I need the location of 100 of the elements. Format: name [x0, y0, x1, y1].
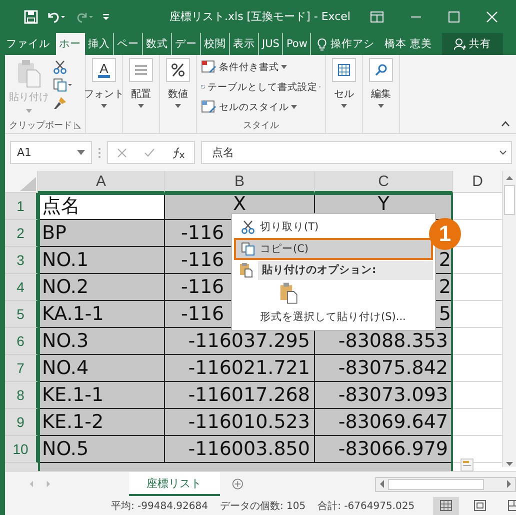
style-menu-button[interactable]: テーブルとして書式設定: [201, 78, 321, 96]
caret-icon: [138, 104, 144, 108]
caret-icon: [291, 105, 297, 109]
row-header[interactable]: 4: [5, 274, 38, 301]
table-cell: NO.3: [38, 328, 165, 355]
add-sheet-icon[interactable]: [232, 477, 244, 491]
table-cell: -116037.295: [165, 328, 315, 355]
caret-icon: [101, 104, 107, 108]
ribbon-group-button[interactable]: 配置: [123, 55, 160, 133]
row-header[interactable]: 3: [5, 247, 38, 274]
sheet-tab[interactable]: 座標リスト: [128, 472, 220, 496]
check-icon[interactable]: [144, 148, 154, 158]
vertical-scrollbar[interactable]: [502, 171, 516, 467]
row-header[interactable]: 7: [5, 355, 38, 382]
paste-option-icon[interactable]: [278, 282, 300, 304]
table-cell: NO.2: [38, 274, 165, 301]
column-header[interactable]: A: [38, 171, 165, 193]
menu-item[interactable]: コピー(C): [234, 238, 433, 260]
copy-icon: [241, 242, 255, 256]
expand-icon[interactable]: [499, 150, 507, 155]
lightbulb-icon[interactable]: [317, 38, 328, 50]
ribbon-group-button[interactable]: セル: [326, 55, 363, 133]
maximize-icon[interactable]: [448, 10, 460, 22]
ribbon-group-button[interactable]: 編集: [363, 55, 400, 133]
ribbon-group-button[interactable]: A フォント: [86, 55, 123, 133]
ribbon-display-icon[interactable]: [370, 10, 384, 22]
row-header[interactable]: 9: [5, 409, 38, 436]
style-menu-button[interactable]: セルのスタイル: [201, 98, 321, 116]
collapse-ribbon-icon[interactable]: [501, 121, 510, 127]
table-cell: -116003.850: [165, 436, 315, 463]
grid-icon: [440, 500, 452, 511]
grip-icon[interactable]: [98, 146, 101, 158]
save-icon[interactable]: [24, 10, 38, 24]
column-header[interactable]: D: [453, 171, 502, 193]
row-header[interactable]: 8: [5, 382, 38, 409]
style-menu-button[interactable]: 条件付き書式: [201, 58, 321, 76]
person-icon: [454, 38, 466, 50]
scroll-down-icon[interactable]: [505, 461, 514, 467]
name-box[interactable]: A1: [10, 141, 92, 164]
table-cell: -83073.093: [315, 382, 453, 409]
align-icon: [134, 64, 148, 76]
scroll-up-icon[interactable]: [505, 175, 514, 181]
page-icon: [474, 500, 486, 511]
share-button[interactable]: 共有: [442, 33, 503, 55]
table-cell: KE.1-2: [38, 409, 165, 436]
scroll-thumb[interactable]: [504, 185, 516, 215]
page-break-icon: [508, 500, 516, 511]
scissors-icon[interactable]: [53, 60, 67, 74]
copy-icon[interactable]: [53, 78, 73, 92]
clipboard-icon: [239, 262, 253, 278]
horizontal-scrollbar[interactable]: [375, 476, 516, 492]
window-title: 座標リスト.xls [互換モード] - Excel: [168, 9, 352, 24]
user-name[interactable]: 橋本 恵美: [384, 33, 432, 55]
table-cell: -116017.268: [165, 382, 315, 409]
format-icon: [201, 100, 217, 114]
column-header[interactable]: B: [165, 171, 315, 193]
table-cell: NO.1: [38, 247, 165, 274]
format-painter-icon[interactable]: [53, 96, 67, 110]
ribbon-tab[interactable]: ホー: [56, 33, 85, 55]
caret-icon: [281, 65, 287, 69]
caret-icon: [26, 109, 32, 113]
dialog-launcher-icon[interactable]: [74, 122, 81, 128]
scissors-icon: [241, 220, 255, 234]
table-cell: NO.5: [38, 436, 165, 463]
table-cell: -83066.979: [315, 436, 453, 463]
search-icon: [375, 64, 387, 76]
close-icon[interactable]: [486, 10, 498, 22]
status-stat: データの個数: 105: [220, 500, 306, 512]
clipboard-icon: [16, 58, 42, 88]
caret-icon: [378, 104, 384, 108]
scroll-right-icon[interactable]: [506, 480, 512, 488]
group-label: クリップボード: [9, 119, 72, 132]
row-header[interactable]: 6: [5, 328, 38, 355]
insert-function-icon[interactable]: [172, 146, 186, 158]
column-header[interactable]: C: [315, 171, 453, 193]
group-label: スタイル: [243, 120, 279, 132]
table-cell: KA.1-1: [38, 301, 165, 328]
table-cell: -83069.647: [315, 409, 453, 436]
percent-icon: [171, 63, 185, 77]
scroll-thumb[interactable]: [388, 478, 484, 490]
table-cell: -116021.721: [165, 355, 315, 382]
cells-icon: [338, 64, 350, 76]
ribbon-tab[interactable]: ファイル: [4, 33, 56, 55]
table-cell: KE.1-1: [38, 382, 165, 409]
ribbon-group-button[interactable]: 数値: [160, 55, 197, 133]
formula-field[interactable]: 点名: [201, 141, 512, 164]
row-header[interactable]: 10: [5, 436, 38, 463]
table-cell: NO.4: [38, 355, 165, 382]
menu-section-header: 貼り付けのオプション:: [258, 260, 433, 280]
row-header[interactable]: 5: [5, 301, 38, 328]
table-cell: BP: [38, 220, 165, 247]
row-header[interactable]: 1: [5, 193, 38, 220]
table-cell: -116010.523: [165, 409, 315, 436]
customize-icon[interactable]: [102, 12, 110, 22]
scroll-left-icon[interactable]: [379, 480, 386, 488]
caret-icon: [77, 150, 85, 155]
tell-me-field[interactable]: 操作アシ: [330, 33, 374, 55]
table-cell: -83075.842: [315, 355, 453, 382]
view-button[interactable]: [432, 496, 459, 514]
row-header[interactable]: 2: [5, 220, 38, 247]
